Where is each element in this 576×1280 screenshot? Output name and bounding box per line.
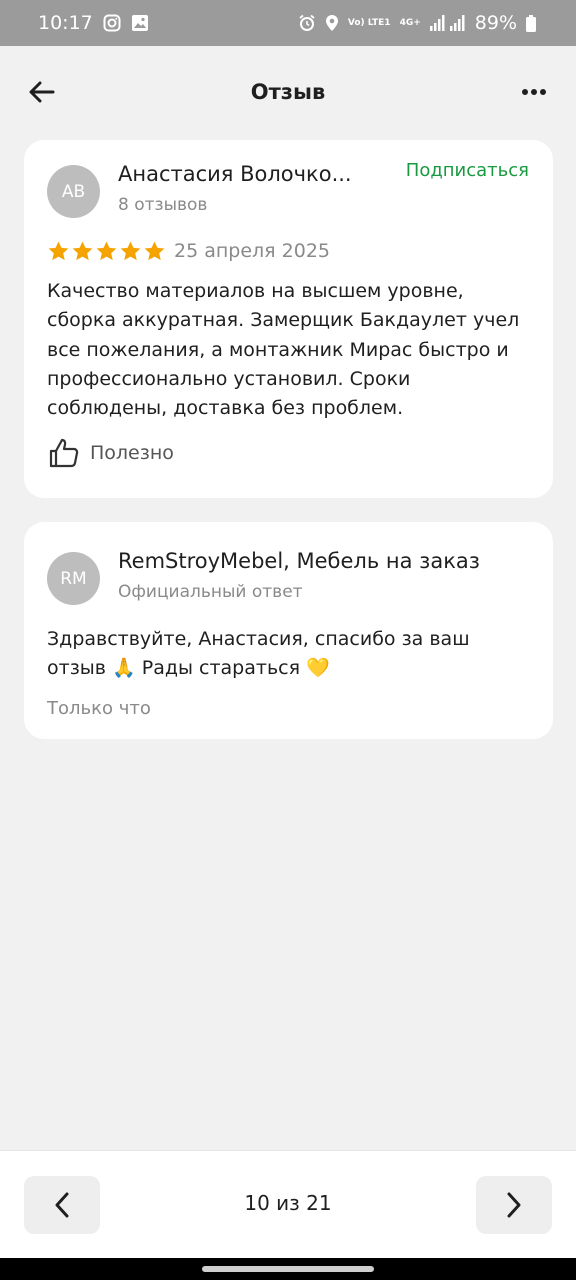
reply-author-name: RemStroyMebel, Мебель на заказ [118,549,480,573]
review-date: 25 апреля 2025 [174,240,330,262]
location-icon [325,14,339,32]
useful-button[interactable]: Полезно [48,437,174,469]
reply-card: RM RemStroyMebel, Мебель на заказ Официа… [24,522,553,739]
review-text: Качество материалов на высшем уровне, сб… [47,280,520,420]
pagination-bar: 10 из 21 [0,1150,576,1258]
review-card: AB Анастасия Волочко... 8 отзывов Подпис… [24,140,553,498]
star-icon [96,241,117,261]
thumbs-up-icon [49,438,79,468]
battery-level: 89% [474,12,517,34]
alarm-icon [298,14,316,32]
volte-icon: Vo) LTE1 [347,17,391,28]
star-icon [120,241,141,261]
avatar: RM [47,552,100,605]
rating-stars [47,240,166,263]
star-icon [144,241,165,261]
app-bar: Отзыв [0,46,576,138]
signal-icon [429,15,466,31]
reply-time: Только что [47,698,151,719]
more-options-button[interactable] [514,72,554,112]
star-icon [48,241,69,261]
4g-icon: 4G+ [399,18,421,28]
battery-icon [526,14,536,32]
reply-text: Здравствуйте, Анастасия, спасибо за ваш … [47,628,470,680]
review-count: 8 отзывов [118,195,208,215]
more-dots-icon [522,89,546,95]
status-bar: 10:17 Vo) LTE1 4G+ 89% [0,0,576,46]
arrow-left-icon [29,81,55,103]
status-time: 10:17 [38,12,93,34]
page-title: Отзыв [250,80,326,104]
reply-subtitle: Официальный ответ [118,582,303,602]
avatar[interactable]: AB [47,165,100,218]
home-handle[interactable] [202,1266,374,1272]
star-icon [72,241,93,261]
chevron-right-icon [507,1192,521,1218]
gallery-icon [131,14,149,32]
subscribe-button[interactable]: Подписаться [406,160,529,181]
gesture-bar [0,1258,576,1280]
review-author-name[interactable]: Анастасия Волочко... [118,162,352,186]
back-button[interactable] [22,72,62,112]
instagram-icon [103,14,121,32]
next-button[interactable] [476,1176,552,1234]
useful-label: Полезно [90,442,174,464]
